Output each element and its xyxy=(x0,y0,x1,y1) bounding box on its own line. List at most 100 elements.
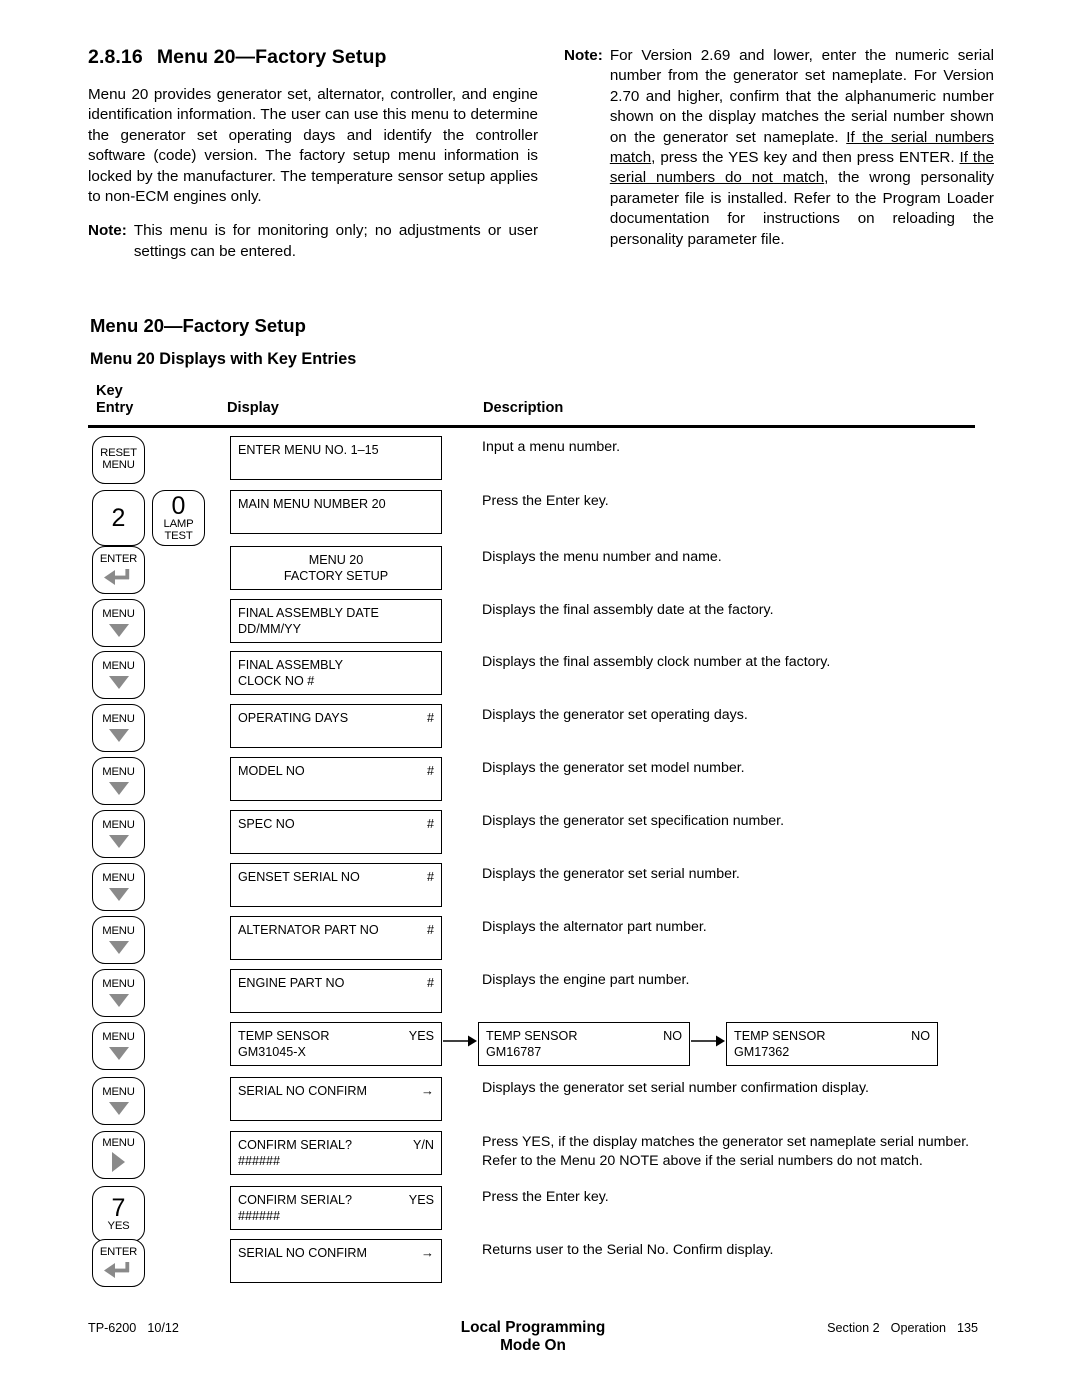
key-reset-menu[interactable]: RESET MENU xyxy=(92,436,145,484)
display-line-left: SERIAL NO CONFIRM xyxy=(238,1084,367,1098)
key-menu-down[interactable]: MENU xyxy=(92,810,145,858)
key-label-line1: MENU xyxy=(102,608,135,621)
display-line-left: TEMP SENSOR xyxy=(734,1029,826,1043)
display-blank-line xyxy=(238,832,434,848)
page-footer: TP-6200 10/12 Local Programming Mode On S… xyxy=(88,1319,978,1355)
key-label-line1: MENU xyxy=(102,925,135,938)
display-box: GENSET SERIAL NO # xyxy=(230,863,442,907)
display-line-left: CONFIRM SERIAL? xyxy=(238,1193,353,1207)
display-box: ENGINE PART NO # xyxy=(230,969,442,1013)
key-numeric-0-lamp-test[interactable]: 0 LAMP TEST xyxy=(152,490,205,546)
right-note-text: For Version 2.69 and lower, enter the nu… xyxy=(610,46,994,250)
display-box: ENTER MENU NO. 1–15 xyxy=(230,436,442,480)
flow-arrow-icon xyxy=(442,1022,478,1059)
chevron-down-icon xyxy=(108,623,129,637)
row-description: Press the Enter key. xyxy=(482,493,609,509)
intro-paragraph: Menu 20 provides generator set, alternat… xyxy=(88,86,538,206)
key-menu-down[interactable]: MENU xyxy=(92,1022,145,1070)
key-menu-right[interactable]: MENU xyxy=(92,1131,145,1179)
left-note-label: Note: xyxy=(88,222,127,240)
row-description: Returns user to the Serial No. Confirm d… xyxy=(482,1242,774,1258)
display-box: SERIAL NO CONFIRM → xyxy=(230,1239,442,1283)
display-arrow-icon: → xyxy=(421,1245,434,1260)
display-box: MAIN MENU NUMBER 20 xyxy=(230,490,442,534)
table-row: MENU SPEC NO # Displays the generator set s… xyxy=(88,810,988,863)
key-entry-table: RESET MENU ENTER MENU NO. 1–15 Input a menu… xyxy=(88,436,988,1291)
footer-doc-number: TP-6200 xyxy=(88,1321,137,1335)
enter-arrow-icon xyxy=(103,568,134,586)
right-note-label: Note: xyxy=(564,47,603,64)
table-row: ENTER SERIAL NO CONFIRM → Returns user to t… xyxy=(88,1239,988,1291)
row-description: Displays the generator set model number. xyxy=(482,760,745,776)
table-row: MENU ALTERNATOR PART NO # Displays the alte… xyxy=(88,916,988,969)
display-line-right: NO xyxy=(911,1029,930,1043)
key-entry-cell: MENU xyxy=(92,863,145,911)
intro-left-column: 2.8.16 Menu 20—Factory Setup Menu 20 prov… xyxy=(88,46,538,262)
key-menu-down[interactable]: MENU xyxy=(92,599,145,647)
key-label-line1: YES xyxy=(107,1219,130,1232)
display-line-left: ENTER MENU NO. 1–15 xyxy=(238,443,379,457)
key-menu-down[interactable]: MENU xyxy=(92,916,145,964)
display-blank-line xyxy=(238,726,434,742)
display-line-left: ###### xyxy=(238,1209,281,1224)
display-blank-line xyxy=(238,512,434,528)
display-box: OPERATING DAYS # xyxy=(230,704,442,748)
key-menu-down[interactable]: MENU xyxy=(92,704,145,752)
key-menu-down[interactable]: MENU xyxy=(92,863,145,911)
key-label-line1: MENU xyxy=(102,872,135,885)
row-description: Displays the generator set specification… xyxy=(482,813,785,829)
key-entry-cell: MENU xyxy=(92,599,145,647)
display-box: SERIAL NO CONFIRM → xyxy=(230,1077,442,1121)
key-numeric-2[interactable]: 2 xyxy=(92,490,145,546)
key-label-line1: MENU xyxy=(102,660,135,673)
display-blank-line xyxy=(238,458,434,474)
key-label-line2: MENU xyxy=(102,459,135,471)
display-line-right: # xyxy=(426,976,434,990)
row-description: Displays the final assembly date at the … xyxy=(482,602,774,618)
display-box: TEMP SENSOR YES GM31045-X xyxy=(230,1022,442,1066)
display-line-left: MAIN MENU NUMBER 20 xyxy=(238,497,386,511)
key-menu-down[interactable]: MENU xyxy=(92,1077,145,1125)
table-row: MENU OPERATING DAYS # Displays the generato… xyxy=(88,704,988,757)
column-header-key-line1: Key xyxy=(96,383,123,399)
display-blank-line xyxy=(238,991,434,1007)
right-note: Note: For Version 2.69 and lower, enter … xyxy=(564,46,994,250)
key-menu-down[interactable]: MENU xyxy=(92,969,145,1017)
key-numeric-7-yes[interactable]: 7 YES xyxy=(92,1186,145,1242)
key-digit: 0 xyxy=(171,491,186,520)
display-line-left: CLOCK NO # xyxy=(238,674,315,689)
key-menu-down[interactable]: MENU xyxy=(92,651,145,699)
key-label-line1: MENU xyxy=(102,978,135,991)
section-title-text: Menu 20—Factory Setup xyxy=(156,46,387,68)
key-entry-cell: MENU xyxy=(92,969,145,1017)
key-menu-down[interactable]: MENU xyxy=(92,757,145,805)
key-label-line1: LAMP xyxy=(163,517,194,530)
display-line-right: # xyxy=(426,817,434,831)
table-subheading: Menu 20 Displays with Key Entries xyxy=(90,350,357,368)
key-enter[interactable]: ENTER xyxy=(92,546,145,594)
display-line-left: GENSET SERIAL NO xyxy=(238,870,360,884)
table-row: 7 YES CONFIRM SERIAL? YES ###### Press the En… xyxy=(88,1186,988,1242)
key-entry-cell: ENTER xyxy=(92,1239,145,1287)
row-description: Displays the final assembly clock number… xyxy=(482,654,831,670)
display-arrow-icon: → xyxy=(421,1083,434,1098)
row-description: Displays the generator set serial number… xyxy=(482,1080,869,1096)
display-line-right: # xyxy=(426,870,434,884)
chevron-right-icon xyxy=(112,1152,125,1173)
key-enter[interactable]: ENTER xyxy=(92,1239,145,1287)
intro-columns: 2.8.16 Menu 20—Factory Setup Menu 20 prov… xyxy=(88,46,994,262)
key-digit: 7 xyxy=(111,1193,126,1222)
key-entry-cell: MENU xyxy=(92,810,145,858)
key-label-line2: TEST xyxy=(164,529,193,542)
display-line-right: YES xyxy=(408,1029,434,1043)
display-line-right: # xyxy=(426,711,434,725)
display-line-left: GM31045-X xyxy=(238,1045,306,1060)
display-line-left: TEMP SENSOR xyxy=(486,1029,578,1043)
column-header-key-line2: Entry xyxy=(96,400,134,416)
display-line-left: ENGINE PART NO xyxy=(238,976,345,990)
display-line-left: TEMP SENSOR xyxy=(238,1029,330,1043)
chevron-down-icon xyxy=(108,993,129,1007)
display-blank-line xyxy=(238,938,434,954)
key-entry-cell: MENU xyxy=(92,916,145,964)
footer-right: Section 2 Operation 135 xyxy=(618,1321,978,1335)
